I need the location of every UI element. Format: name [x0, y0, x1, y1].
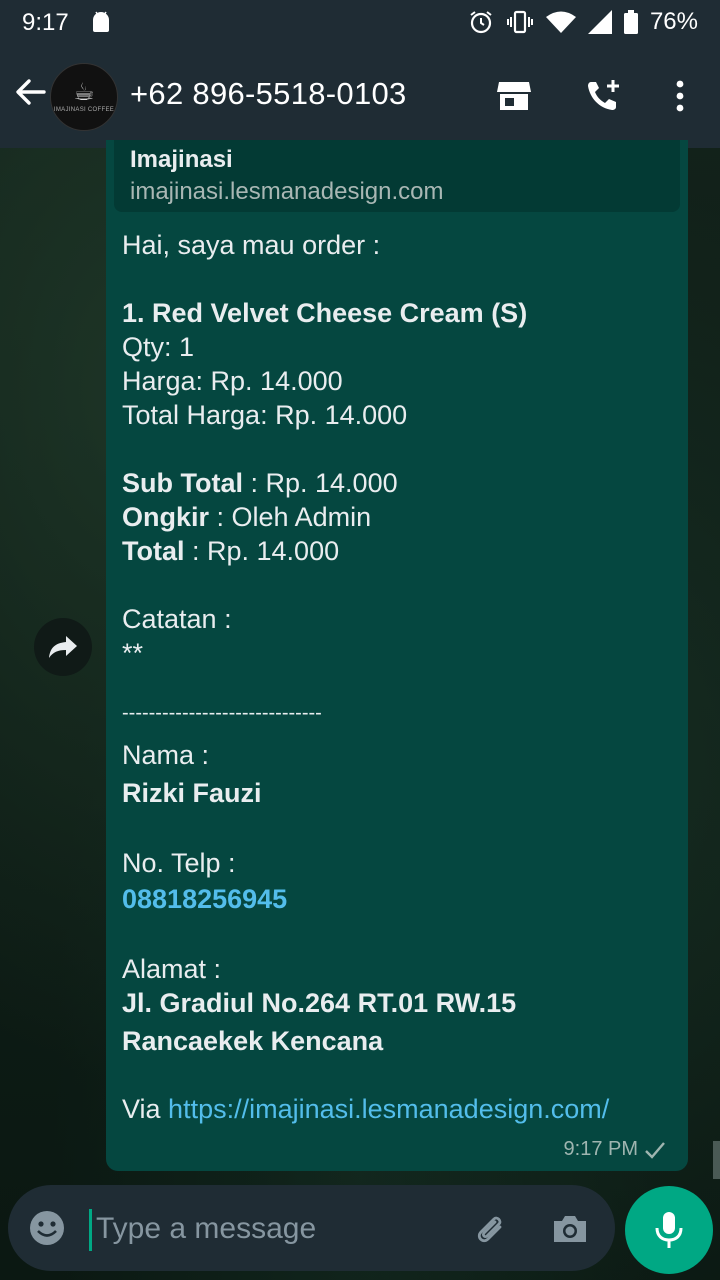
back-arrow-icon[interactable]	[12, 74, 48, 110]
contact-avatar[interactable]: ☕ IMAJINASI COFFEE	[50, 63, 118, 131]
address-label: Alamat :	[122, 954, 222, 984]
link-preview-url: imajinasi.lesmanadesign.com	[130, 178, 444, 205]
store-icon[interactable]	[496, 78, 532, 114]
address-line-2: Rancaekek Kencana	[122, 1026, 384, 1056]
link-preview-title: Imajinasi	[130, 146, 233, 173]
battery-icon	[623, 10, 638, 34]
camera-icon[interactable]	[550, 1209, 590, 1249]
total-value: : Rp. 14.000	[184, 536, 340, 566]
ongkir-line: Ongkir : Oleh Admin	[122, 502, 371, 533]
coffee-cup-icon: ☕	[73, 79, 95, 106]
divider-line: ------------------------------	[122, 702, 322, 724]
voice-message-button[interactable]	[625, 1186, 713, 1274]
greeting-text: Hai, saya mau order :	[122, 230, 381, 260]
microphone-icon	[655, 1212, 683, 1248]
item-name: 1. Red Velvet Cheese Cream (S)	[122, 298, 528, 328]
emoji-icon[interactable]	[28, 1209, 66, 1247]
sent-check-icon	[645, 1141, 665, 1159]
attachment-icon[interactable]	[470, 1209, 510, 1249]
notes-value: **	[122, 638, 144, 668]
signal-icon	[587, 10, 612, 34]
message-input-bar	[8, 1185, 615, 1271]
ongkir-value: : Oleh Admin	[209, 502, 372, 532]
status-time: 9:17	[22, 9, 69, 36]
subtotal-value: : Rp. 14.000	[243, 468, 398, 498]
address-line-1: Jl. Gradiul No.264 RT.01 RW.15	[122, 988, 517, 1018]
via-line: Via https://imajinasi.lesmanadesign.com/	[122, 1094, 609, 1125]
contact-name[interactable]: +62 896-5518-0103	[130, 76, 407, 112]
name-value: Rizki Fauzi	[122, 778, 262, 808]
via-link[interactable]: https://imajinasi.lesmanadesign.com/	[168, 1094, 609, 1124]
ongkir-label: Ongkir	[122, 502, 210, 532]
subtotal-line: Sub Total : Rp. 14.000	[122, 468, 398, 499]
name-label: Nama :	[122, 740, 210, 770]
chat-header: ☕ IMAJINASI COFFEE +62 896-5518-0103	[0, 44, 720, 148]
phone-label: No. Telp :	[122, 848, 236, 878]
outgoing-message-bubble[interactable]: Imajinasi imajinasi.lesmanadesign.com Ha…	[106, 140, 688, 1171]
text-cursor	[89, 1209, 92, 1251]
message-timestamp: 9:17 PM	[563, 1138, 638, 1160]
phone-link[interactable]: 08818256945	[122, 884, 287, 915]
total-label: Total	[122, 536, 185, 566]
vibrate-icon	[506, 10, 533, 34]
alarm-icon	[470, 11, 492, 34]
via-label: Via	[122, 1094, 169, 1124]
android-icon	[93, 11, 109, 32]
link-preview-card[interactable]: Imajinasi imajinasi.lesmanadesign.com	[114, 140, 680, 212]
total-line: Total : Rp. 14.000	[122, 536, 339, 567]
message-input[interactable]	[94, 1205, 468, 1253]
scrollbar[interactable]	[713, 1141, 720, 1179]
status-bar: 9:17 76%	[0, 0, 720, 44]
item-price: Harga: Rp. 14.000	[122, 366, 343, 396]
notes-label: Catatan :	[122, 604, 232, 634]
wifi-icon	[545, 11, 576, 33]
forward-button[interactable]	[34, 618, 92, 676]
forward-arrow-icon	[49, 636, 77, 658]
add-call-icon[interactable]	[585, 78, 621, 114]
subtotal-label: Sub Total	[122, 468, 243, 498]
more-options-icon[interactable]	[662, 78, 698, 114]
battery-percentage: 76%	[649, 8, 698, 35]
item-qty: Qty: 1	[122, 332, 195, 362]
avatar-brand-text: IMAJINASI COFFEE	[53, 107, 115, 113]
item-total: Total Harga: Rp. 14.000	[122, 400, 408, 430]
message-meta: 9:17 PM	[564, 1138, 666, 1161]
